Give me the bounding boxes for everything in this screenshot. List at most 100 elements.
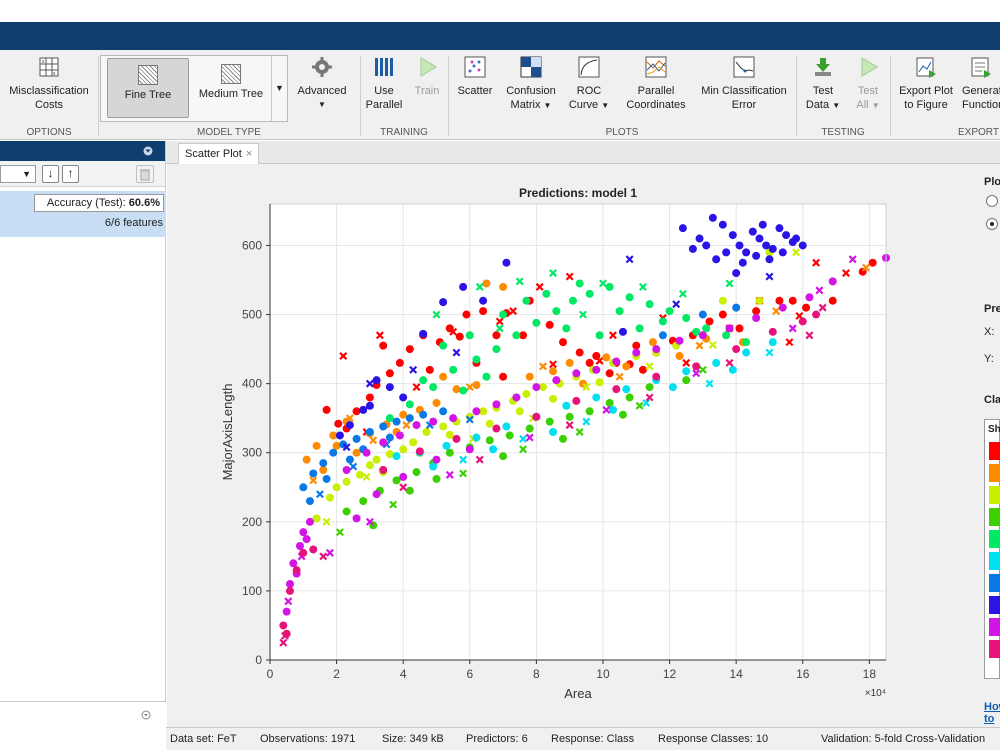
fine-tree-icon	[138, 65, 158, 85]
data-point	[405, 486, 414, 495]
help-link[interactable]: How to	[984, 701, 1000, 725]
parallel-coordinates-button[interactable]: Parallel Coordinates	[620, 54, 692, 112]
x-tick-label: 4	[400, 667, 407, 681]
data-point	[499, 372, 508, 381]
fine-tree-button[interactable]: Fine Tree	[107, 58, 189, 118]
model-list-item[interactable]: Accuracy (Test): 60.6% 6/6 features	[0, 191, 166, 237]
data-point	[732, 345, 741, 354]
advanced-label: Advanced	[297, 85, 347, 97]
advanced-button[interactable]: Advanced ▼	[292, 54, 352, 112]
x-tick-label: 18	[863, 667, 877, 681]
export-plot-label: Export Plot	[899, 85, 953, 97]
min-classification-error-button[interactable]: Min Classification Error	[696, 54, 792, 112]
gallery-expand-icon[interactable]: ▼	[271, 56, 287, 121]
class-color-swatch	[989, 530, 1000, 548]
data-point	[522, 390, 531, 398]
data-point	[425, 365, 434, 374]
data-point	[678, 224, 687, 233]
medium-tree-button[interactable]: Medium Tree	[193, 58, 269, 118]
data-point	[282, 607, 291, 616]
roc-curve-button[interactable]: ROC Curve ▼	[564, 54, 614, 113]
data-point	[385, 433, 394, 442]
scatter-chart[interactable]: 0 2 4 6 8 10 12 14 16 18 0 100 200 300 400 500 600 Predi…	[167, 164, 972, 727]
sort-down-arrow-icon[interactable]: ↓	[42, 165, 59, 183]
data-point	[379, 466, 388, 474]
data-point	[705, 317, 714, 326]
data-point	[345, 421, 354, 430]
data-point	[309, 469, 318, 478]
class-color-swatch	[989, 442, 1000, 460]
data-point	[828, 277, 837, 286]
panel-options-icon[interactable]	[141, 710, 151, 720]
x-tick-label: 12	[663, 667, 677, 681]
data-point	[738, 258, 747, 267]
medium-tree-label: Medium Tree	[198, 88, 264, 100]
data-point	[652, 345, 661, 354]
data-point	[365, 393, 374, 402]
data-point	[312, 441, 321, 450]
data-point	[562, 324, 571, 333]
data-point	[742, 348, 751, 357]
train-button[interactable]: Train	[408, 54, 446, 98]
axes-background	[270, 204, 886, 660]
data-point	[479, 296, 488, 305]
parallel-bars-icon	[373, 56, 395, 78]
data-point	[332, 483, 341, 492]
data-point	[322, 474, 331, 483]
data-point	[445, 430, 454, 439]
close-icon[interactable]: ×	[246, 148, 252, 160]
test-data-button[interactable]: Test Data ▼	[800, 54, 846, 113]
section-divider	[98, 56, 99, 136]
radio-model-predictions[interactable]	[986, 218, 998, 230]
data-point	[372, 490, 381, 499]
train-label: Train	[414, 85, 440, 97]
data-point	[625, 293, 634, 302]
document-tabs: Scatter Plot ×	[166, 141, 1000, 164]
y-tick-label: 400	[242, 377, 262, 391]
data-point	[512, 331, 521, 340]
data-point	[622, 385, 631, 394]
error-label: Error	[731, 99, 757, 111]
tab-scatter-plot[interactable]: Scatter Plot ×	[178, 143, 260, 164]
scatter-button[interactable]: Scatter	[452, 54, 498, 98]
trash-icon[interactable]	[136, 165, 154, 183]
radio-data[interactable]	[986, 195, 998, 207]
sort-dropdown[interactable]: ▼	[0, 165, 36, 183]
status-size: Size: 349 kB	[382, 733, 444, 745]
export-plot-button[interactable]: Export Plot to Figure	[894, 54, 958, 112]
data-point	[439, 298, 448, 307]
test-all-button[interactable]: Test All ▼	[848, 54, 888, 113]
parallel-label: Parallel	[365, 99, 403, 111]
data-point	[645, 383, 654, 392]
data-point	[485, 419, 494, 428]
use-parallel-button[interactable]: Use Parallel	[362, 54, 406, 112]
data-point	[489, 445, 498, 454]
panel-options-icon[interactable]	[143, 146, 153, 156]
generate-function-button[interactable]: Generate Function	[962, 54, 1000, 112]
sort-up-arrow-icon[interactable]: ↑	[62, 165, 79, 183]
data-point	[549, 367, 558, 376]
data-point	[472, 407, 481, 416]
confusion-matrix-button[interactable]: Confusion Matrix ▼	[500, 54, 562, 113]
classes-table[interactable]: Show	[984, 419, 1000, 679]
accuracy-label: Accuracy (Test):	[46, 197, 129, 209]
data-point	[379, 438, 388, 447]
class-color-swatch	[989, 574, 1000, 592]
data-point	[439, 341, 448, 350]
data-point	[492, 424, 501, 433]
data-point	[499, 282, 508, 291]
data-label: Data	[805, 99, 830, 111]
data-point	[612, 385, 621, 394]
x-tick-label: 10	[596, 667, 610, 681]
data-point	[602, 353, 611, 362]
data-point	[409, 438, 418, 447]
x-tick-label: 8	[533, 667, 540, 681]
data-point	[632, 348, 641, 357]
data-point	[505, 431, 514, 440]
medium-tree-icon	[221, 64, 241, 84]
data-point	[329, 448, 338, 457]
data-point	[302, 535, 311, 544]
status-validation: Validation: 5-fold Cross-Validation	[821, 733, 986, 745]
misclassification-costs-button[interactable]: xx Misclassification Costs	[2, 54, 96, 112]
data-point	[412, 468, 421, 477]
